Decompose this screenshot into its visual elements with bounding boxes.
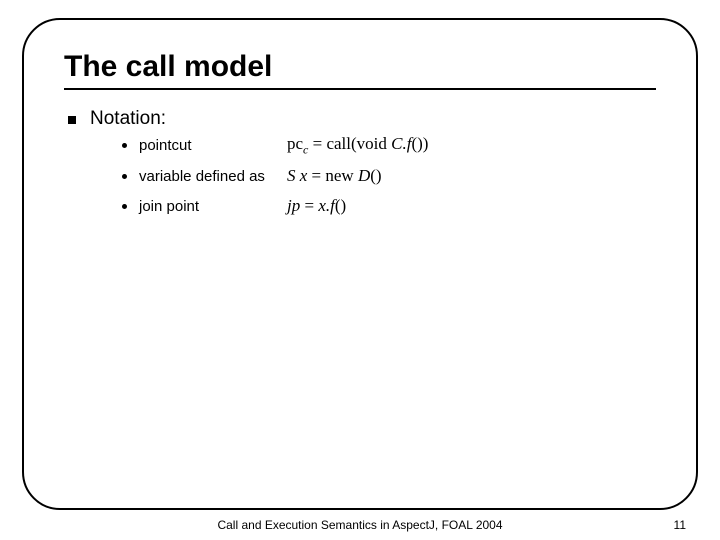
slide-title: The call model [64, 50, 656, 84]
slide-frame: The call model Notation: pointcut pcc = … [22, 18, 698, 510]
sub-label: join point [139, 198, 279, 215]
notation-item: Notation: pointcut pcc = call(void C.f()… [68, 108, 656, 225]
formula-pointcut: pcc = call(void C.f()) [287, 134, 428, 157]
formula-joinpoint: jp = x.f() [287, 196, 346, 216]
formula-variable: S x = new D() [287, 166, 382, 186]
square-bullet-icon [68, 116, 76, 124]
page-number: 11 [674, 518, 686, 532]
dot-bullet-icon [122, 174, 127, 179]
footer-text: Call and Execution Semantics in AspectJ,… [0, 518, 720, 532]
sub-item-variable: variable defined as S x = new D() [122, 165, 428, 187]
sub-item-joinpoint: join point jp = x.f() [122, 195, 428, 217]
sub-list: pointcut pcc = call(void C.f()) variable… [90, 134, 428, 217]
sub-label: variable defined as [139, 168, 279, 185]
sub-item-pointcut: pointcut pcc = call(void C.f()) [122, 134, 428, 157]
dot-bullet-icon [122, 143, 127, 148]
sub-label: pointcut [139, 137, 279, 154]
notation-block: Notation: pointcut pcc = call(void C.f()… [90, 108, 428, 225]
top-list: Notation: pointcut pcc = call(void C.f()… [64, 108, 656, 225]
dot-bullet-icon [122, 204, 127, 209]
notation-label: Notation: [90, 108, 428, 130]
title-rule [64, 88, 656, 90]
